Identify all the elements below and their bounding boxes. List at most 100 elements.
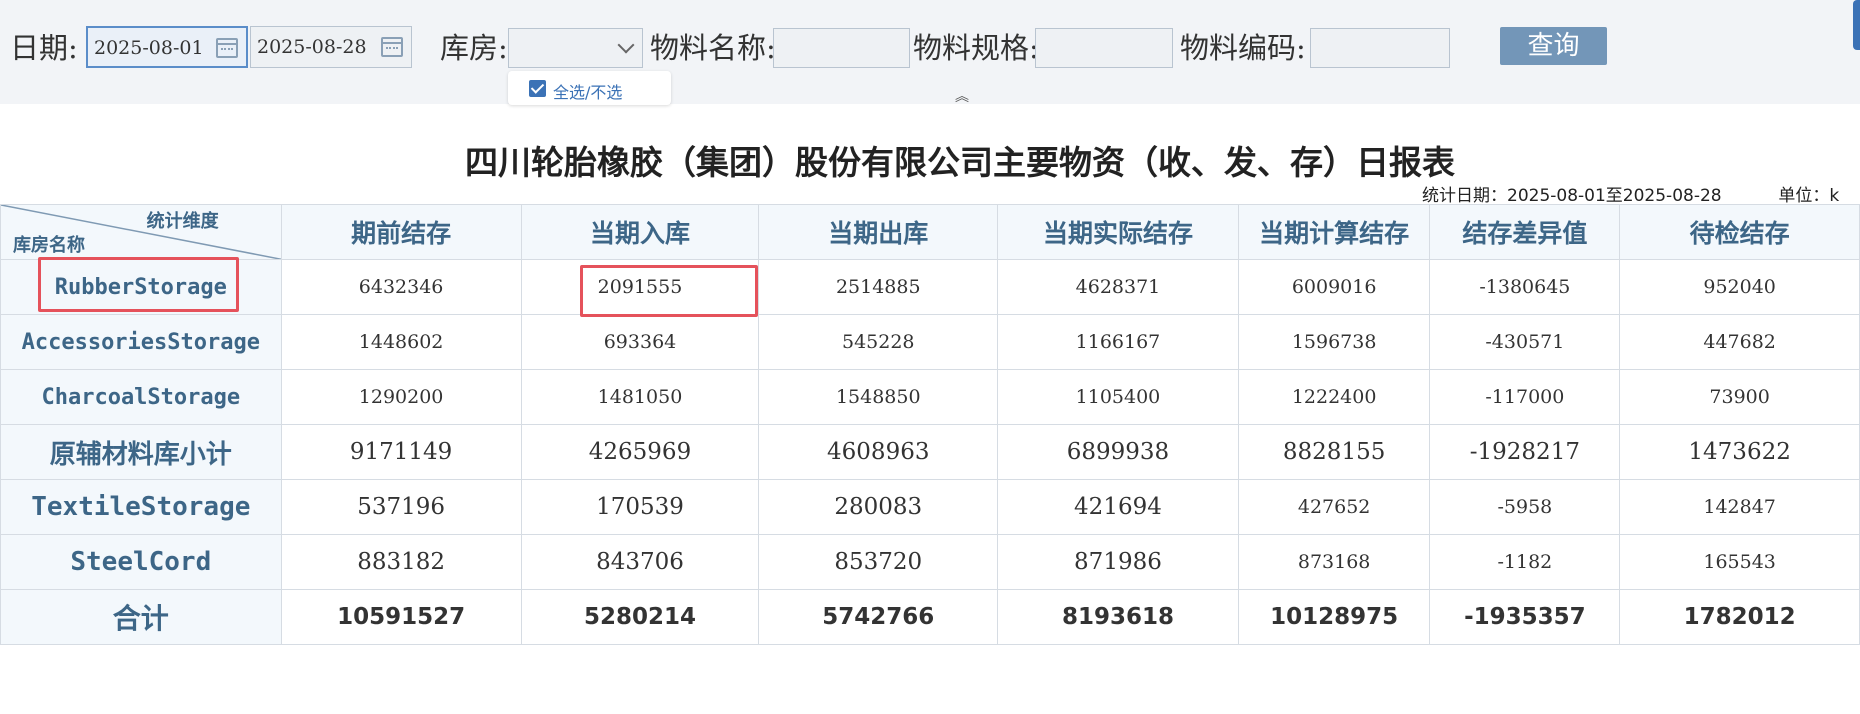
table-row: TextileStorage 537196 170539 280083 4216… [0,479,1860,535]
data-cell: 6899938 [997,424,1239,480]
table-row: RubberStorage 6432346 2091555 2514885 46… [0,259,1860,315]
side-tab[interactable] [1853,0,1860,50]
subtotal-row: 原辅材料库小计 9171149 4265969 4608963 6899938 … [0,424,1860,480]
data-cell: 421694 [997,479,1239,535]
data-cell: 447682 [1619,314,1860,370]
data-cell: 1448602 [280,314,522,370]
start-date-field[interactable]: 2025-08-01 [86,26,248,68]
data-cell: 873168 [1237,534,1431,590]
data-cell: 1222400 [1237,369,1431,425]
column-header: 当期实际结存 [997,204,1239,260]
data-cell: 165543 [1619,534,1860,590]
column-header: 结存差异值 [1429,204,1621,260]
unit-label: 单位：k [1778,186,1840,206]
start-date-value: 2025-08-01 [94,37,204,59]
data-cell: 952040 [1619,259,1860,315]
data-cell: 427652 [1237,479,1431,535]
data-cell: 4628371 [997,259,1239,315]
data-cell: 1548850 [758,369,999,425]
collapse-up-icon[interactable]: ︽ [955,90,969,104]
stat-date: 统计日期：2025-08-01至2025-08-28 [1422,186,1722,206]
data-cell: 142847 [1619,479,1860,535]
data-cell: 6009016 [1237,259,1431,315]
data-cell: 73900 [1619,369,1860,425]
material-spec-label: 物料规格: [913,31,1039,65]
material-code-label: 物料编码: [1180,31,1306,65]
row-name-cell[interactable]: CharcoalStorage [0,369,282,425]
row-name-cell[interactable]: 原辅材料库小计 [0,424,282,480]
query-button[interactable]: 查询 [1500,27,1607,65]
report-title: 四川轮胎橡胶（集团）股份有限公司主要物资（收、发、存）日报表 [465,143,1455,182]
data-cell: 2091555 [520,259,760,315]
data-cell: 4608963 [758,424,999,480]
data-cell: 10128975 [1237,589,1431,645]
data-cell: 1481050 [520,369,760,425]
material-spec-input[interactable] [1035,28,1173,68]
data-cell: 4265969 [520,424,760,480]
material-name-input[interactable] [773,28,910,68]
data-cell: 871986 [997,534,1239,590]
diagonal-header-cell: 统计维度 库房名称 [0,204,282,260]
material-name-label: 物料名称: [650,31,776,65]
column-header: 当期计算结存 [1237,204,1431,260]
table-row: AccessoriesStorage 1448602 693364 545228… [0,314,1860,370]
data-cell: 1596738 [1237,314,1431,370]
data-cell: 537196 [280,479,522,535]
data-cell: 1105400 [997,369,1239,425]
row-name-cell[interactable]: AccessoriesStorage [0,314,282,370]
select-all-label[interactable]: 全选/不选 [553,79,622,103]
column-header: 当期入库 [520,204,760,260]
data-cell: 5280214 [520,589,760,645]
report-table: 统计维度 库房名称 期前结存 当期入库 当期出库 当期实际结存 当期计算结存 结… [0,204,1860,645]
material-code-input[interactable] [1310,28,1450,68]
corner-bottom-label: 库房名称 [13,235,85,256]
row-name-cell[interactable]: SteelCord [0,534,282,590]
data-cell: 6432346 [280,259,522,315]
data-cell: 883182 [280,534,522,590]
data-cell: 1473622 [1619,424,1860,480]
warehouse-select[interactable] [508,28,643,68]
data-cell: 170539 [520,479,760,535]
table-header-row: 统计维度 库房名称 期前结存 当期入库 当期出库 当期实际结存 当期计算结存 结… [0,204,1860,260]
table-row: CharcoalStorage 1290200 1481050 1548850 … [0,369,1860,425]
corner-top-label: 统计维度 [146,211,219,232]
chevron-down-icon[interactable] [617,36,635,54]
column-header: 期前结存 [280,204,522,260]
row-name-cell[interactable]: TextileStorage [0,479,282,535]
select-all-dropdown: 全选/不选 [508,71,671,105]
data-cell: -1928217 [1429,424,1621,480]
calendar-icon[interactable] [216,38,238,58]
data-cell: -5958 [1429,479,1621,535]
data-cell: 1290200 [280,369,522,425]
end-date-field[interactable]: 2025-08-28 [250,26,412,68]
report-meta: 统计日期：2025-08-01至2025-08-28 单位：k [1422,181,1839,206]
data-cell: 280083 [758,479,999,535]
table-row: SteelCord 883182 843706 853720 871986 87… [0,534,1860,590]
data-cell: 8828155 [1237,424,1431,480]
data-cell: 545228 [758,314,999,370]
data-cell: 2514885 [758,259,999,315]
end-date-value: 2025-08-28 [257,36,367,58]
data-cell: 10591527 [280,589,522,645]
data-cell: 853720 [758,534,999,590]
data-cell: -1380645 [1429,259,1621,315]
data-cell: -1182 [1429,534,1621,590]
date-label: 日期: [10,31,78,65]
data-cell: 693364 [520,314,760,370]
data-cell: 9171149 [280,424,522,480]
data-cell: 843706 [520,534,760,590]
data-cell: -1935357 [1429,589,1621,645]
data-cell: 1782012 [1619,589,1860,645]
data-cell: 8193618 [997,589,1239,645]
row-name-cell[interactable]: 合计 [0,589,282,645]
total-row: 合计 10591527 5280214 5742766 8193618 1012… [0,589,1860,645]
row-name-cell[interactable]: RubberStorage [0,259,282,315]
data-cell: -430571 [1429,314,1621,370]
filter-toolbar: 日期: 2025-08-01 2025-08-28 库房: 物料名称: 物料规格… [0,0,1860,105]
data-cell: 1166167 [997,314,1239,370]
data-cell: 5742766 [758,589,999,645]
calendar-icon[interactable] [381,37,403,57]
select-all-checkbox[interactable] [529,80,546,97]
warehouse-label: 库房: [440,31,508,65]
column-header: 待检结存 [1619,204,1860,260]
